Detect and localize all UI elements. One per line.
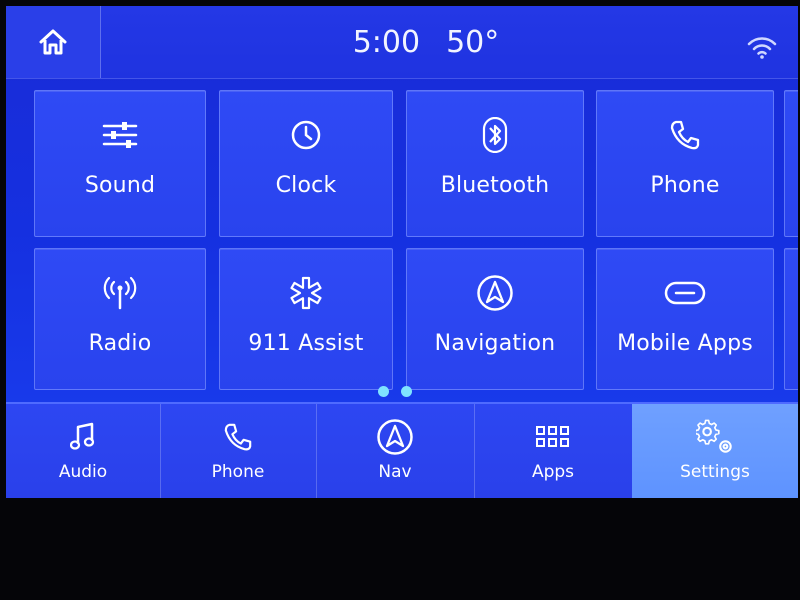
phone-icon — [663, 113, 707, 157]
tile-navigation[interactable]: Navigation — [406, 248, 584, 390]
sliders-icon — [98, 113, 142, 157]
page-dot[interactable] — [378, 386, 389, 397]
tile-radio[interactable]: Radio — [34, 248, 206, 390]
navigation-arrow-icon — [473, 271, 517, 315]
page-indicator — [378, 386, 412, 397]
navigation-arrow-icon — [376, 418, 414, 456]
bottom-nav-bar: Audio Phone Nav Apps Settings — [6, 402, 798, 498]
clock-icon — [284, 113, 328, 157]
tile-clock[interactable]: Clock — [219, 90, 393, 237]
gears-icon — [696, 418, 734, 456]
bluetooth-icon — [473, 113, 517, 157]
music-note-icon — [64, 418, 102, 456]
tile-label: Navigation — [434, 331, 556, 356]
phone-icon — [219, 418, 257, 456]
tile-label: Sound — [84, 173, 156, 198]
nav-label: Settings — [680, 462, 750, 482]
tile-partial[interactable] — [784, 248, 798, 390]
status-readout: 5:00 50° — [306, 22, 546, 62]
tile-bluetooth[interactable]: Bluetooth — [406, 90, 584, 237]
home-icon — [38, 28, 68, 56]
tile-label: Bluetooth — [440, 173, 550, 198]
nav-label: Phone — [211, 462, 265, 482]
link-icon — [663, 271, 707, 315]
page-dot[interactable] — [401, 386, 412, 397]
antenna-icon — [98, 271, 142, 315]
tile-sound[interactable]: Sound — [34, 90, 206, 237]
nav-label: Nav — [378, 462, 412, 482]
tile-911-assist[interactable]: 911 Assist — [219, 248, 393, 390]
apps-grid-icon — [534, 418, 572, 456]
tile-label: Clock — [275, 173, 337, 198]
status-bar: 5:00 50° — [6, 6, 798, 79]
tile-label: Mobile Apps — [617, 331, 753, 356]
nav-audio[interactable]: Audio — [6, 404, 161, 498]
home-button[interactable] — [6, 6, 101, 78]
clock-time: 5:00 — [352, 24, 421, 60]
tile-mobile-apps[interactable]: Mobile Apps — [596, 248, 774, 390]
medical-star-icon — [284, 271, 328, 315]
tile-label: Phone — [650, 173, 720, 198]
tile-partial[interactable] — [784, 90, 798, 237]
outside-temperature: 50° — [446, 24, 500, 60]
tile-phone[interactable]: Phone — [596, 90, 774, 237]
tile-label: Radio — [88, 331, 152, 356]
nav-settings[interactable]: Settings — [632, 404, 798, 498]
nav-nav[interactable]: Nav — [316, 404, 475, 498]
infotainment-screen: 5:00 50° Sound Clock Bluetooth Phone Rad… — [6, 6, 798, 498]
tile-label: 911 Assist — [248, 331, 364, 356]
nav-label: Audio — [58, 462, 108, 482]
nav-phone[interactable]: Phone — [160, 404, 317, 498]
wifi-icon — [746, 34, 778, 66]
nav-label: Apps — [531, 462, 575, 482]
nav-apps[interactable]: Apps — [474, 404, 633, 498]
